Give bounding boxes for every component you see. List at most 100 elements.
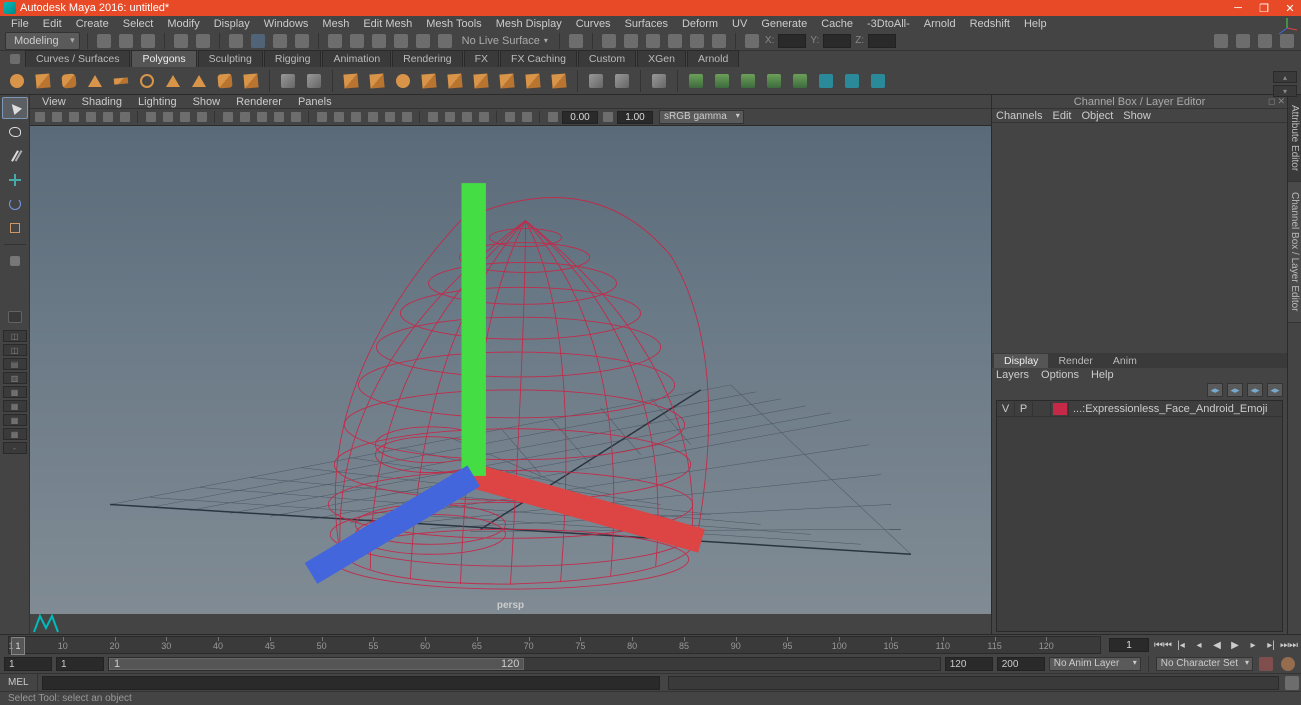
menu-mesh-display[interactable]: Mesh Display <box>489 18 569 30</box>
menu-edit-mesh[interactable]: Edit Mesh <box>356 18 419 30</box>
anim-prefs-icon[interactable] <box>1279 656 1297 672</box>
layer-list[interactable]: V P ...:Expressionless_Face_Android_Emoj… <box>996 400 1283 632</box>
layout-preset-5[interactable]: ▦ <box>3 386 27 398</box>
layout-preset-1[interactable]: ◫ <box>3 330 27 342</box>
layer-tab-render[interactable]: Render <box>1048 354 1102 368</box>
menu-redshift[interactable]: Redshift <box>963 18 1017 30</box>
uv-cylinder-icon[interactable] <box>711 70 733 92</box>
make-live-icon[interactable] <box>436 32 454 50</box>
menu-mesh[interactable]: Mesh <box>315 18 356 30</box>
maximize-button[interactable]: ❐ <box>1257 2 1271 14</box>
time-slider[interactable]: 1 11020304045505560657075808590951001051… <box>0 635 1301 655</box>
step-back-icon[interactable]: ◂ <box>1191 638 1207 652</box>
menu-modify[interactable]: Modify <box>160 18 206 30</box>
uv-snapshot-icon[interactable] <box>841 70 863 92</box>
menu-windows[interactable]: Windows <box>257 18 316 30</box>
layer-menu-options[interactable]: Options <box>1041 369 1079 381</box>
rotate-tool[interactable] <box>2 193 28 215</box>
menu-cache[interactable]: Cache <box>814 18 860 30</box>
uv-plane-icon[interactable] <box>685 70 707 92</box>
ipr-render-icon[interactable] <box>622 32 640 50</box>
command-input[interactable] <box>42 676 661 690</box>
script-editor-icon[interactable] <box>1283 675 1301 691</box>
poly-helix-icon[interactable] <box>240 70 262 92</box>
uv-layout-icon[interactable] <box>867 70 889 92</box>
undo-icon[interactable] <box>172 32 190 50</box>
poly-cone-icon[interactable] <box>84 70 106 92</box>
separate-icon[interactable] <box>366 70 388 92</box>
layer-type-toggle[interactable] <box>1033 402 1051 416</box>
go-to-end-icon[interactable]: ⏭⏭ <box>1281 638 1297 652</box>
new-scene-icon[interactable] <box>95 32 113 50</box>
shelf-tab-rendering[interactable]: Rendering <box>392 50 462 67</box>
poly-svg-icon[interactable] <box>303 70 325 92</box>
go-to-start-icon[interactable]: ⏮⏮ <box>1155 638 1171 652</box>
single-pane-layout[interactable] <box>2 306 28 328</box>
axis-y-field[interactable] <box>823 34 851 48</box>
minimize-button[interactable]: ─ <box>1231 2 1245 14</box>
menu--3dtoall-[interactable]: -3DtoAll- <box>860 18 917 30</box>
poly-cylinder-icon[interactable] <box>58 70 80 92</box>
bevel-icon[interactable] <box>548 70 570 92</box>
pane-layout-2-icon[interactable] <box>1234 32 1252 50</box>
poly-plane-icon[interactable] <box>110 70 132 92</box>
view-compass-icon[interactable] <box>1275 16 1299 40</box>
menu-mesh-tools[interactable]: Mesh Tools <box>419 18 488 30</box>
panel-menu-view[interactable]: View <box>34 96 74 108</box>
shelf-tab-xgen[interactable]: XGen <box>637 50 686 67</box>
menu-deform[interactable]: Deform <box>675 18 725 30</box>
menu-help[interactable]: Help <box>1017 18 1054 30</box>
layer-playback-toggle[interactable]: P <box>1015 402 1033 416</box>
shelf-tab-custom[interactable]: Custom <box>578 50 636 67</box>
hypershade-icon[interactable] <box>666 32 684 50</box>
save-scene-icon[interactable] <box>139 32 157 50</box>
menu-surfaces[interactable]: Surfaces <box>618 18 675 30</box>
poly-cube-icon[interactable] <box>32 70 54 92</box>
vtab-channel-box-layer-editor[interactable]: Channel Box / Layer Editor <box>1288 182 1301 323</box>
menu-create[interactable]: Create <box>69 18 116 30</box>
layer-move-down-icon[interactable]: ◂▸ <box>1227 383 1243 397</box>
poly-torus-icon[interactable] <box>136 70 158 92</box>
menu-display[interactable]: Display <box>207 18 257 30</box>
shelf-tab-animation[interactable]: Animation <box>322 50 391 67</box>
select-object-icon[interactable] <box>249 32 267 50</box>
render-settings-icon[interactable] <box>644 32 662 50</box>
vtab-attribute-editor[interactable]: Attribute Editor <box>1288 95 1301 182</box>
uv-contour-icon[interactable] <box>789 70 811 92</box>
smooth-icon[interactable] <box>392 70 414 92</box>
layout-preset-4[interactable]: ▥ <box>3 372 27 384</box>
layer-tab-anim[interactable]: Anim <box>1103 354 1147 368</box>
layout-preset-2[interactable]: ◫ <box>3 344 27 356</box>
select-tool[interactable] <box>2 97 28 119</box>
last-tool[interactable] <box>2 250 28 272</box>
poly-prism-icon[interactable] <box>162 70 184 92</box>
snap-point-icon[interactable] <box>370 32 388 50</box>
snap-grid-icon[interactable] <box>326 32 344 50</box>
layer-move-up-icon[interactable]: ◂▸ <box>1207 383 1223 397</box>
bridge-icon[interactable] <box>522 70 544 92</box>
reduce-icon[interactable] <box>470 70 492 92</box>
sculpt-icon[interactable] <box>648 70 670 92</box>
poly-sphere-icon[interactable] <box>6 70 28 92</box>
poly-type-icon[interactable] <box>277 70 299 92</box>
lasso-tool[interactable] <box>2 121 28 143</box>
select-uv-icon[interactable] <box>293 32 311 50</box>
shelf-tab-curves-surfaces[interactable]: Curves / Surfaces <box>25 50 130 67</box>
move-tool[interactable] <box>2 169 28 191</box>
character-set-select[interactable]: No Character Set <box>1156 657 1253 671</box>
new-layer-selected-icon[interactable]: ◂▸ <box>1267 383 1283 397</box>
combine-icon[interactable] <box>340 70 362 92</box>
perspective-viewport[interactable]: persp <box>30 126 991 614</box>
cb-menu-edit[interactable]: Edit <box>1052 110 1071 122</box>
auto-key-toggle-icon[interactable] <box>1257 656 1275 672</box>
paint-select-tool[interactable] <box>2 145 28 167</box>
current-frame-field[interactable] <box>1109 638 1149 652</box>
layer-menu-help[interactable]: Help <box>1091 369 1114 381</box>
shelf-tab-arnold[interactable]: Arnold <box>687 50 739 67</box>
render-view-icon[interactable] <box>688 32 706 50</box>
menu-set-selector[interactable]: Modeling <box>5 32 80 50</box>
anim-layer-select[interactable]: No Anim Layer <box>1049 657 1141 671</box>
panel-menu-lighting[interactable]: Lighting <box>130 96 185 108</box>
snap-curve-icon[interactable] <box>348 32 366 50</box>
step-forward-icon[interactable]: ▸ <box>1245 638 1261 652</box>
